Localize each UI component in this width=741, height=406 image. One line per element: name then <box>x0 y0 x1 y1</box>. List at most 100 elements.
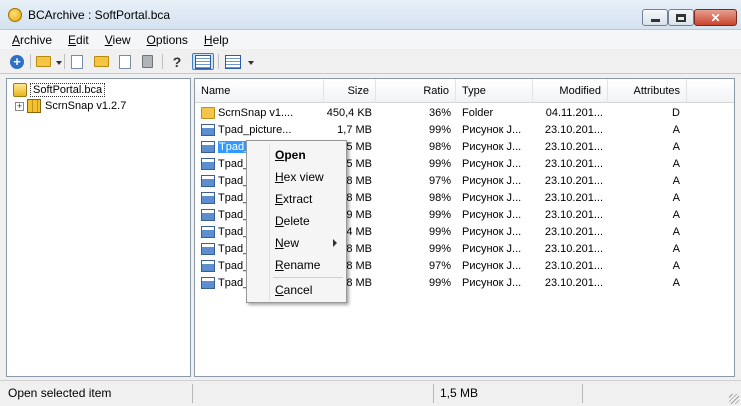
cell-size: 1,7 MB <box>337 124 372 136</box>
archive-folder-icon <box>35 56 51 67</box>
cell-attributes: D <box>672 107 680 119</box>
minimize-icon <box>650 18 660 22</box>
ctx-rename[interactable]: Rename <box>275 255 320 275</box>
menu-help[interactable]: Help <box>196 33 237 47</box>
cell-ratio: 99% <box>428 243 451 255</box>
ctx-new[interactable]: New <box>275 233 299 253</box>
open-dropdown-arrow[interactable] <box>56 61 62 65</box>
cell-ratio: 97% <box>428 175 451 187</box>
column-header-size[interactable]: Size <box>324 79 376 103</box>
column-header-attributes[interactable]: Attributes <box>608 79 687 103</box>
menu-archive[interactable]: Archive <box>4 33 60 47</box>
cell-modified: 23.10.201... <box>544 277 603 289</box>
cell-ratio: 99% <box>428 226 451 238</box>
menu-options[interactable]: Options <box>139 33 196 47</box>
cell-attributes: A <box>672 175 680 187</box>
new-archive-button[interactable]: + <box>8 53 26 70</box>
cell-attributes: A <box>672 277 680 289</box>
ctx-open[interactable]: Open <box>275 145 306 165</box>
cell-modified: 23.10.201... <box>544 158 603 170</box>
column-header-modified[interactable]: Modified <box>533 79 608 103</box>
cell-attributes: A <box>672 226 680 238</box>
column-header-name[interactable]: Name <box>195 79 324 103</box>
ctx-delete[interactable]: Delete <box>275 211 310 231</box>
view-mode-button[interactable] <box>224 53 242 70</box>
cell-modified: 23.10.201... <box>544 192 603 204</box>
context-menu: Open Hex view Extract Delete New Rename … <box>246 140 347 303</box>
cell-attributes: A <box>672 260 680 272</box>
cell-name: ScrnSnap v1.... <box>218 107 294 119</box>
toolbar-separator <box>162 54 163 69</box>
image-file-icon <box>201 226 215 238</box>
ctx-cancel[interactable]: Cancel <box>275 280 312 300</box>
table-row[interactable]: Tpad_picture... 1,7 MB 99% Рисунок J... 23.1… <box>195 122 734 139</box>
image-file-icon <box>201 209 215 221</box>
image-file-icon <box>201 192 215 204</box>
help-icon: ? <box>172 53 182 70</box>
cell-ratio: 98% <box>428 141 451 153</box>
view-mode-dropdown-arrow[interactable] <box>248 61 254 65</box>
cell-attributes: A <box>672 141 680 153</box>
cell-modified: 23.10.201... <box>544 243 603 255</box>
toolbar-separator <box>218 54 219 69</box>
ctx-extract[interactable]: Extract <box>275 189 312 209</box>
cell-ratio: 99% <box>428 209 451 221</box>
menu-view[interactable]: View <box>97 33 139 47</box>
image-file-icon <box>201 141 215 153</box>
list-header: Name Size Ratio Type Modified Attributes <box>195 79 734 103</box>
cell-modified: 23.10.201... <box>544 124 603 136</box>
resize-grip-icon[interactable] <box>729 394 739 404</box>
cell-attributes: A <box>672 192 680 204</box>
context-menu-separator <box>273 277 343 278</box>
cell-modified: 23.10.201... <box>544 209 603 221</box>
cell-ratio: 36% <box>428 107 451 119</box>
image-file-icon <box>201 260 215 272</box>
folder-archive-icon <box>27 99 41 113</box>
cell-type: Рисунок J... <box>462 226 522 238</box>
app-icon <box>8 8 22 22</box>
status-divider <box>192 384 193 403</box>
details-view-button[interactable] <box>192 53 214 70</box>
cell-modified: 23.10.201... <box>544 226 603 238</box>
add-files-icon <box>71 54 83 69</box>
column-header-ratio[interactable]: Ratio <box>376 79 456 103</box>
open-archive-button[interactable] <box>34 53 52 70</box>
maximize-button[interactable] <box>668 9 694 26</box>
cell-ratio: 99% <box>428 158 451 170</box>
help-button[interactable]: ? <box>168 53 186 70</box>
submenu-arrow-icon <box>333 239 337 247</box>
cell-type: Рисунок J... <box>462 141 522 153</box>
ctx-hex-view[interactable]: Hex view <box>275 167 324 187</box>
menu-edit[interactable]: Edit <box>60 33 97 47</box>
expand-icon[interactable]: + <box>15 101 24 111</box>
toolbar-separator <box>64 54 65 69</box>
cell-modified: 04.11.201... <box>545 107 603 119</box>
cell-type: Рисунок J... <box>462 175 522 187</box>
table-row[interactable]: ScrnSnap v1.... 450,4 KB 36% Folder 04.11.20… <box>195 105 734 122</box>
extract-icon <box>93 56 109 67</box>
status-selected-size: 1,5 MB <box>440 386 479 400</box>
tree-node-scrnsnap[interactable]: + ScrnSnap v1.2.7 <box>15 98 126 114</box>
column-header-type[interactable]: Type <box>456 79 533 103</box>
close-button[interactable]: ✕ <box>694 9 737 26</box>
minimize-button[interactable] <box>642 9 668 26</box>
context-menu-gutter <box>269 143 270 300</box>
cell-attributes: A <box>672 158 680 170</box>
cell-modified: 23.10.201... <box>544 141 603 153</box>
cell-ratio: 99% <box>428 277 451 289</box>
cell-ratio: 99% <box>428 124 451 136</box>
add-files-button[interactable] <box>68 53 86 70</box>
tree-root-archive[interactable]: SoftPortal.bca <box>13 82 106 98</box>
cell-type: Рисунок J... <box>462 124 522 136</box>
cell-type: Folder <box>462 107 494 119</box>
close-icon: ✕ <box>710 10 721 25</box>
image-file-icon <box>201 158 215 170</box>
delete-button[interactable] <box>138 53 156 70</box>
copy-button[interactable] <box>116 53 134 70</box>
window-title: BCArchive : SoftPortal.bca <box>28 8 171 22</box>
cell-attributes: A <box>672 243 680 255</box>
image-file-icon <box>201 175 215 187</box>
extract-button[interactable] <box>92 53 110 70</box>
folder-tree[interactable]: SoftPortal.bca + ScrnSnap v1.2.7 <box>6 78 191 377</box>
image-file-icon <box>201 243 215 255</box>
